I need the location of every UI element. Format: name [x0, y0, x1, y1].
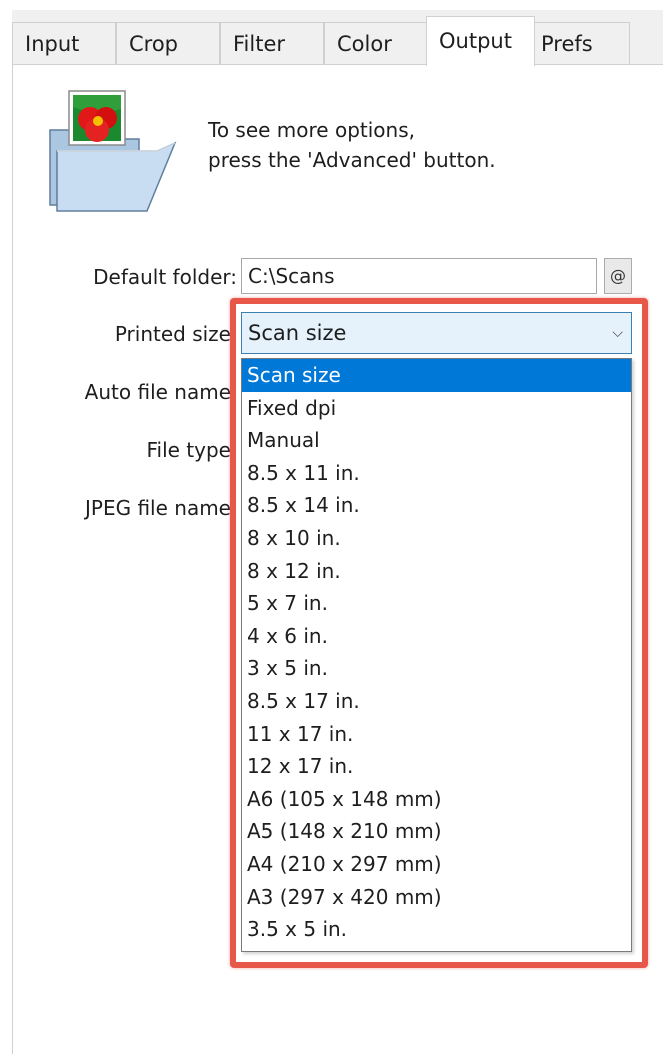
hint-text-line-1: To see more options,: [208, 118, 415, 142]
dropdown-option[interactable]: Scan size: [242, 359, 631, 392]
dropdown-option[interactable]: 3.5 x 5 in.: [242, 913, 631, 946]
tab-color[interactable]: Color: [324, 22, 428, 64]
dropdown-option[interactable]: 8.5 x 17 in.: [242, 685, 631, 718]
printed-size-dropdown-list: Scan size Fixed dpi Manual 8.5 x 11 in. …: [241, 358, 632, 952]
dropdown-option[interactable]: A3 (297 x 420 mm): [242, 881, 631, 914]
dropdown-option[interactable]: 8.5 x 14 in.: [242, 489, 631, 522]
output-panel: To see more options, press the 'Advanced…: [12, 64, 663, 1054]
dropdown-option[interactable]: 8.5 x 11 in.: [242, 457, 631, 490]
printed-size-select[interactable]: Scan size ⌵: [241, 312, 632, 354]
dropdown-option[interactable]: A5 (148 x 210 mm): [242, 815, 631, 848]
dropdown-option[interactable]: 11 x 17 in.: [242, 718, 631, 751]
tab-filter[interactable]: Filter: [220, 22, 324, 64]
printed-size-selected-value: Scan size: [248, 321, 347, 345]
tab-prefs[interactable]: Prefs: [534, 22, 630, 64]
tab-strip: Input Crop Filter Color Output Prefs: [12, 10, 663, 66]
dropdown-option[interactable]: 8 x 12 in.: [242, 555, 631, 588]
folder-with-photo-icon: [49, 90, 177, 212]
dropdown-option[interactable]: 4 x 6 in.: [242, 620, 631, 653]
dropdown-option[interactable]: A4 (210 x 297 mm): [242, 848, 631, 881]
tab-output[interactable]: Output: [426, 16, 535, 66]
tab-crop[interactable]: Crop: [116, 22, 220, 64]
chevron-down-icon[interactable]: ⌵: [612, 313, 623, 353]
dropdown-option[interactable]: 5 x 7 in.: [242, 587, 631, 620]
dropdown-option[interactable]: 8 x 10 in.: [242, 522, 631, 555]
auto-file-name-label: Auto file name: [84, 380, 231, 404]
dropdown-option[interactable]: Manual: [242, 424, 631, 457]
dropdown-option[interactable]: 12 x 17 in.: [242, 750, 631, 783]
default-folder-input[interactable]: C:\Scans: [241, 258, 597, 294]
printed-size-label: Printed size: [114, 322, 231, 346]
dropdown-option[interactable]: Fixed dpi: [242, 392, 631, 425]
browse-folder-button[interactable]: @: [604, 258, 632, 294]
tab-input[interactable]: Input: [12, 22, 116, 64]
dropdown-option[interactable]: A6 (105 x 148 mm): [242, 783, 631, 816]
default-folder-label: Default folder:: [93, 265, 237, 289]
dropdown-option[interactable]: 3 x 5 in.: [242, 652, 631, 685]
jpeg-file-name-label: JPEG file name: [85, 496, 231, 520]
file-type-label: File type: [146, 438, 231, 462]
scanner-settings-window: Input Crop Filter Color Output Prefs To …: [12, 10, 663, 1054]
hint-text-line-2: press the 'Advanced' button.: [208, 148, 496, 172]
